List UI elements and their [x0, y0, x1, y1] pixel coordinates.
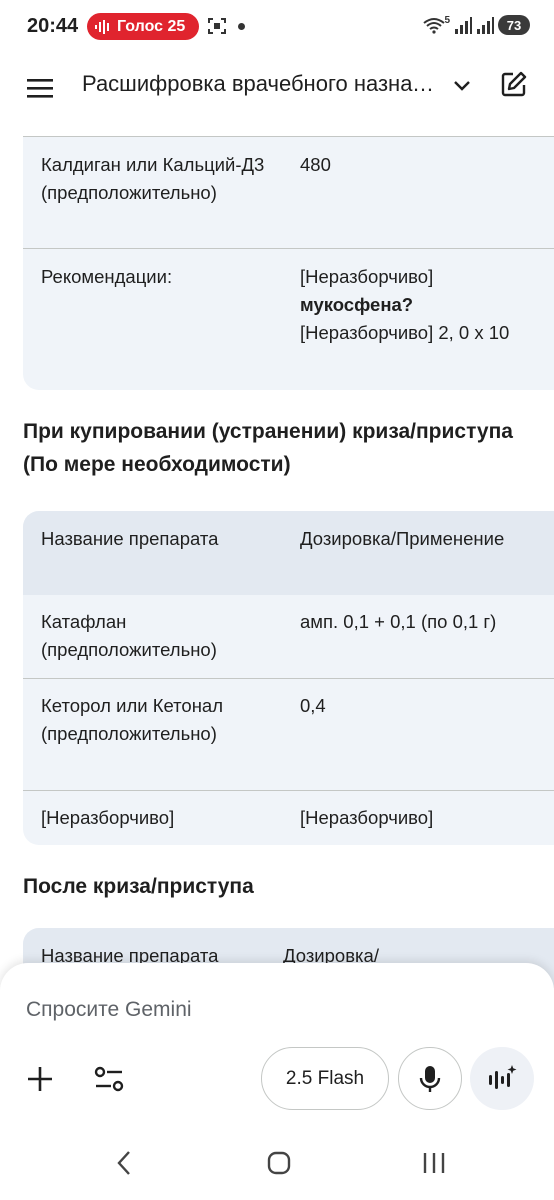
home-icon[interactable] — [266, 1150, 292, 1176]
table-row: Калдиган или Кальций-Д3 (предположительн… — [23, 136, 554, 248]
mic-icon — [419, 1065, 441, 1092]
back-icon[interactable] — [112, 1148, 136, 1178]
drug-name-cell: Катафлан (предположительно) — [41, 611, 217, 660]
status-indicators: 5 73 — [422, 15, 530, 35]
medication-table-1: Калдиган или Кальций-Д3 (предположительн… — [23, 136, 554, 390]
drug-name-cell: Рекомендации: — [41, 266, 173, 287]
screenshot-icon — [208, 18, 226, 34]
table-row: [Неразборчиво] [Неразборчиво] — [23, 790, 554, 845]
signal-icon — [455, 17, 472, 34]
prompt-input[interactable] — [26, 995, 506, 1025]
dose-cell: [Неразборчиво] — [300, 807, 434, 828]
dose-text-pre: [Неразборчиво] — [300, 266, 434, 287]
dose-cell: 0,4 — [300, 695, 326, 716]
section-heading: При купировании (устранении) криза/прист… — [23, 420, 513, 476]
notification-dot-icon — [238, 23, 245, 30]
dose-text-bold: мукосфена? — [300, 294, 414, 315]
recording-label: Голос 25 — [117, 17, 186, 35]
dose-cell: [Неразборчиво] мукосфена? [Неразборчиво]… — [300, 263, 540, 347]
recents-icon[interactable] — [421, 1150, 447, 1176]
voice-recording-chip[interactable]: Голос 25 — [87, 13, 199, 40]
status-time: 20:44 — [27, 15, 79, 37]
dose-cell: 480 — [300, 154, 331, 175]
live-mode-button[interactable] — [470, 1047, 534, 1110]
table-row: Рекомендации: [Неразборчиво] мукосфена? … — [23, 248, 554, 390]
section-heading: После криза/приступа — [23, 875, 254, 898]
dose-text-post: [Неразборчиво] 2, 0 x 10 — [300, 322, 510, 343]
table-row: Катафлан (предположительно) амп. 0,1 + 0… — [23, 595, 554, 678]
wifi-icon — [423, 18, 446, 34]
drug-name-cell: Калдиган или Кальций-Д3 (предположительн… — [41, 154, 265, 203]
column-header-name: Название препарата — [41, 528, 219, 549]
signal-icon-2 — [477, 17, 494, 34]
sound-wave-icon — [95, 19, 109, 34]
menu-icon[interactable] — [24, 72, 56, 104]
medication-table-2: Название препарата Дозировка/Применение … — [23, 511, 554, 845]
network-label: 5 — [444, 14, 450, 26]
top-app-bar: Расшифровка врачебного назначения — [0, 54, 554, 124]
edit-icon[interactable] — [500, 70, 528, 98]
model-selector-button[interactable]: 2.5 Flash — [261, 1047, 389, 1110]
live-icon — [489, 1064, 517, 1089]
model-label: 2.5 Flash — [285, 1067, 365, 1089]
dose-cell: амп. 0,1 + 0,1 (по 0,1 г) — [300, 611, 497, 632]
chevron-down-icon[interactable] — [450, 74, 474, 98]
table-header-row: Название препарата Дозировка/Применение — [23, 511, 554, 595]
drug-name-cell: Кеторол или Кетонал (предположительно) — [41, 695, 224, 744]
table-row: Кеторол или Кетонал (предположительно) 0… — [23, 678, 554, 790]
chat-title[interactable]: Расшифровка врачебного назначения — [82, 71, 442, 97]
drug-name-cell: [Неразборчиво] — [41, 807, 175, 828]
column-header-dose: Дозировка/Применение — [300, 528, 505, 549]
battery-badge: 73 — [498, 15, 530, 35]
plus-icon[interactable] — [24, 1063, 56, 1095]
tools-icon[interactable] — [92, 1063, 126, 1095]
microphone-button[interactable] — [398, 1047, 462, 1110]
status-bar: 20:44 Голос 25 5 73 — [0, 0, 554, 54]
